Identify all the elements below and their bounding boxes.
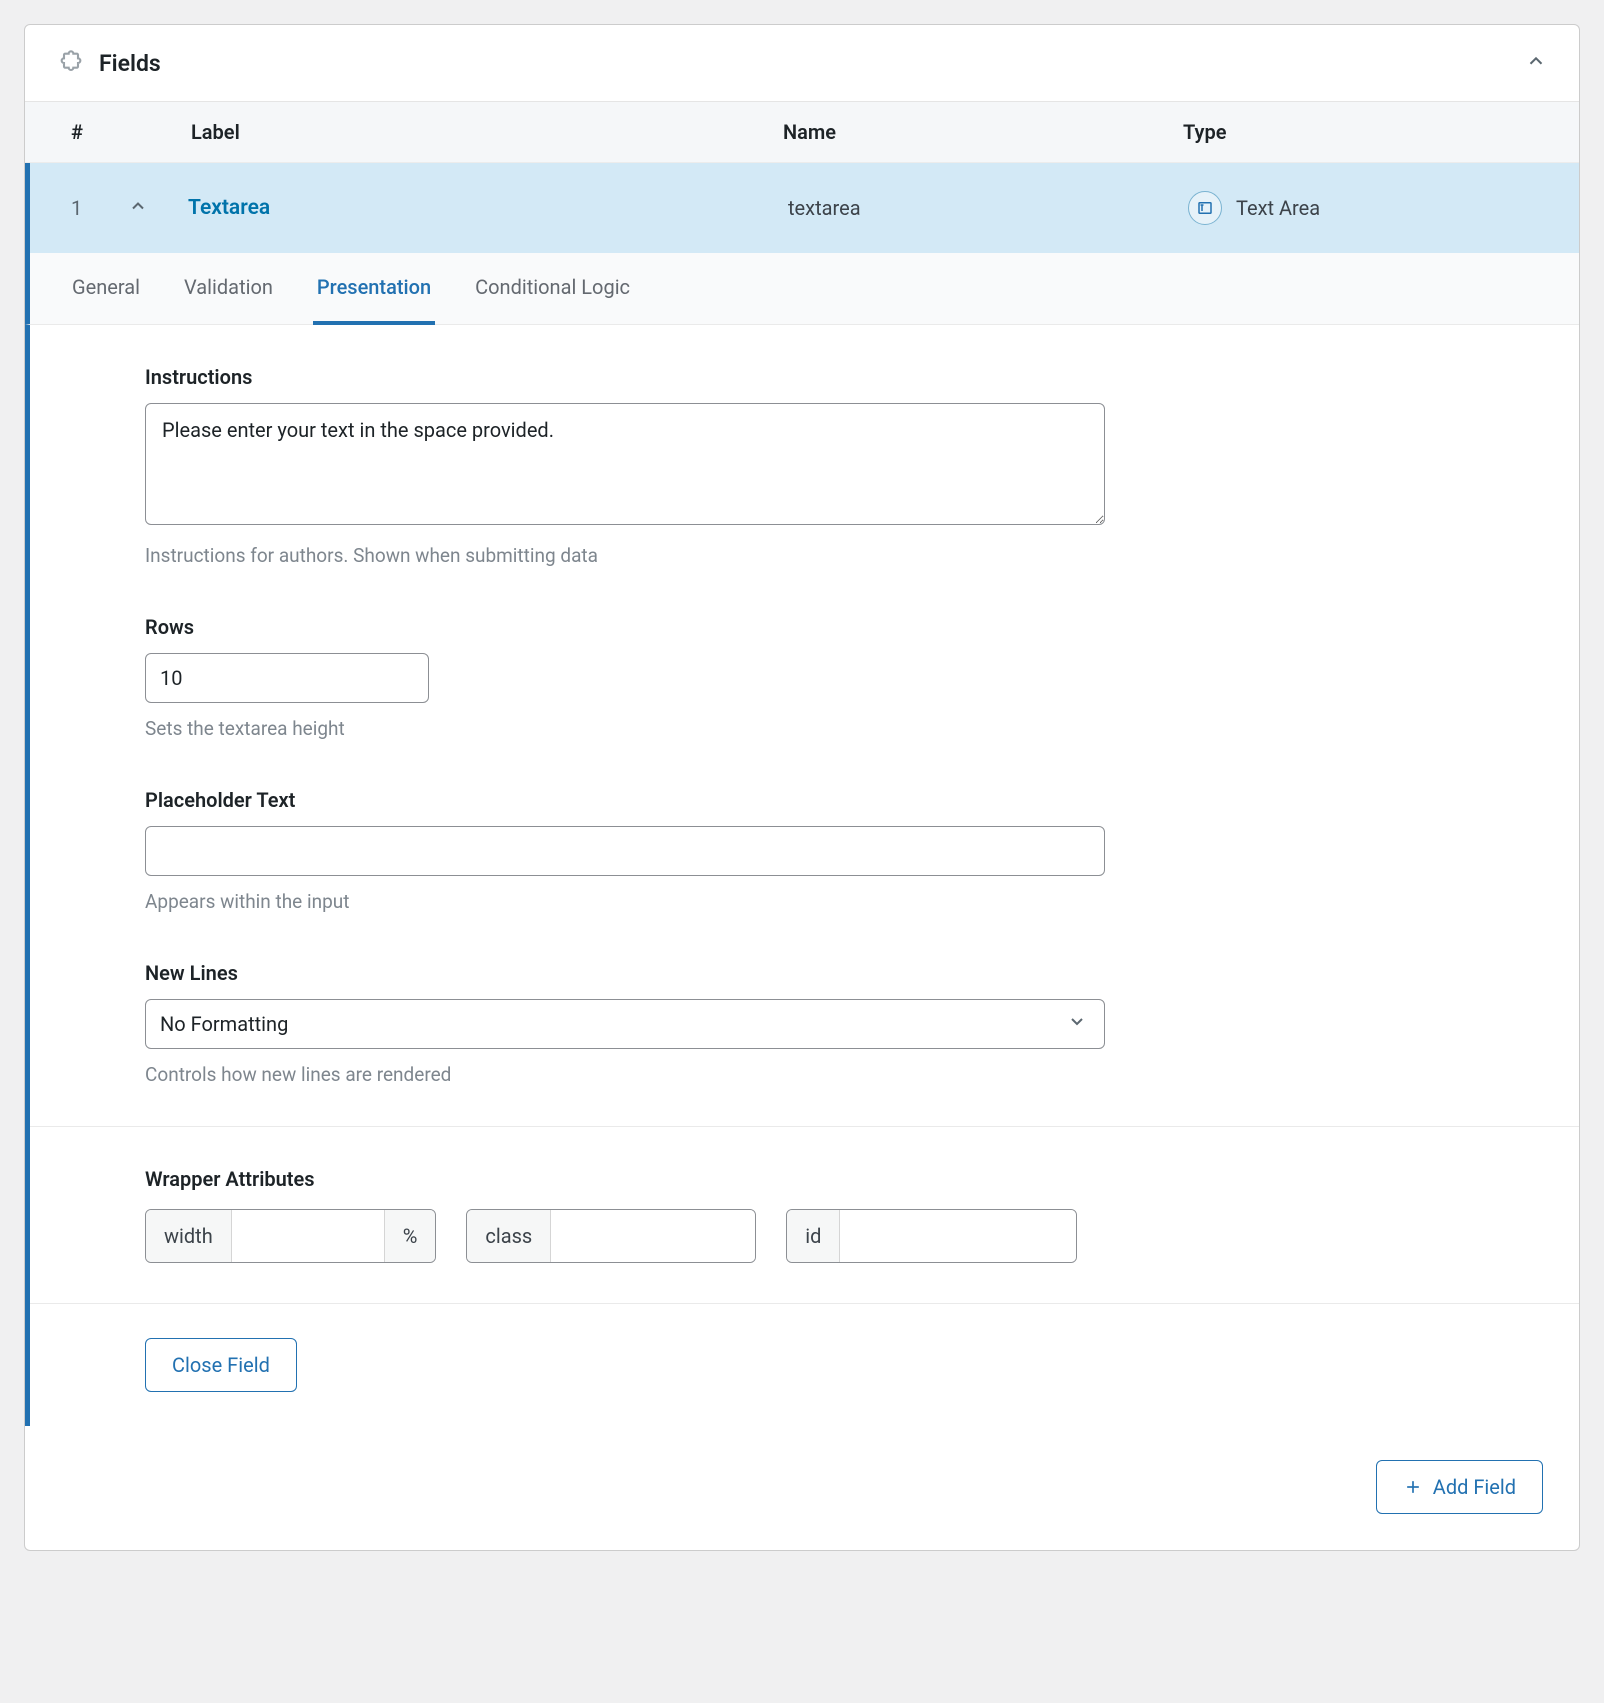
- wrapper-attributes-section: Wrapper Attributes width % class id: [30, 1126, 1579, 1303]
- card-header: Fields: [25, 25, 1579, 102]
- placeholder-input[interactable]: [145, 826, 1105, 876]
- col-name: Name: [783, 120, 1183, 144]
- rows-label: Rows: [145, 615, 1464, 639]
- close-field-section: Close Field: [30, 1303, 1579, 1426]
- placeholder-group: Placeholder Text Appears within the inpu…: [145, 788, 1464, 913]
- wrapper-width-group: width %: [145, 1209, 436, 1263]
- tab-general[interactable]: General: [68, 253, 144, 325]
- newlines-hint: Controls how new lines are rendered: [145, 1063, 1464, 1086]
- fields-card: Fields # Label Name Type 1 Textarea text…: [24, 24, 1580, 1551]
- plus-icon: [1403, 1477, 1423, 1497]
- close-field-button[interactable]: Close Field: [145, 1338, 297, 1392]
- card-footer: Add Field: [25, 1426, 1579, 1550]
- instructions-hint: Instructions for authors. Shown when sub…: [145, 544, 1464, 567]
- add-field-label: Add Field: [1433, 1475, 1516, 1499]
- wrapper-width-suffix: %: [384, 1210, 436, 1262]
- rows-hint: Sets the textarea height: [145, 717, 1464, 740]
- add-field-button[interactable]: Add Field: [1376, 1460, 1543, 1514]
- table-row[interactable]: 1 Textarea textarea Text Area: [25, 163, 1579, 253]
- tab-conditional-logic[interactable]: Conditional Logic: [471, 253, 634, 325]
- close-field-label: Close Field: [172, 1353, 270, 1377]
- wrapper-attributes-label: Wrapper Attributes: [145, 1167, 1464, 1191]
- wrapper-id-group: id: [786, 1209, 1077, 1263]
- col-label: Label: [163, 120, 783, 144]
- field-index: 1: [68, 196, 128, 220]
- wrapper-class-group: class: [466, 1209, 756, 1263]
- col-type: Type: [1183, 120, 1541, 144]
- wrapper-id-input[interactable]: [840, 1210, 1076, 1262]
- wrapper-class-label: class: [467, 1210, 551, 1262]
- newlines-select[interactable]: No Formatting: [145, 999, 1105, 1049]
- presentation-form: Instructions Instructions for authors. S…: [30, 325, 1579, 1126]
- wrapper-id-label: id: [787, 1210, 840, 1262]
- field-name-value: textarea: [788, 196, 1188, 220]
- wrapper-width-input[interactable]: [232, 1210, 384, 1262]
- field-type-label: Text Area: [1236, 196, 1320, 220]
- fields-table-header: # Label Name Type: [25, 102, 1579, 163]
- tab-presentation[interactable]: Presentation: [313, 253, 435, 325]
- wrapper-width-label: width: [146, 1210, 232, 1262]
- placeholder-label: Placeholder Text: [145, 788, 1464, 812]
- wrapper-class-input[interactable]: [551, 1210, 755, 1262]
- tab-validation[interactable]: Validation: [180, 253, 277, 325]
- instructions-label: Instructions: [145, 365, 1464, 389]
- field-type-cell: Text Area: [1188, 191, 1541, 225]
- card-title: Fields: [99, 50, 161, 77]
- instructions-group: Instructions Instructions for authors. S…: [145, 365, 1464, 567]
- puzzle-icon: [57, 49, 85, 77]
- rows-group: Rows Sets the textarea height: [145, 615, 1464, 740]
- col-hash: #: [63, 120, 163, 144]
- textarea-type-icon: [1188, 191, 1222, 225]
- newlines-group: New Lines No Formatting Controls how new…: [145, 961, 1464, 1086]
- newlines-label: New Lines: [145, 961, 1464, 985]
- field-label-link[interactable]: Textarea: [188, 196, 788, 220]
- placeholder-hint: Appears within the input: [145, 890, 1464, 913]
- tabs: General Validation Presentation Conditio…: [25, 253, 1579, 325]
- instructions-input[interactable]: [145, 403, 1105, 525]
- collapse-row-button[interactable]: [128, 196, 188, 221]
- rows-input[interactable]: [145, 653, 429, 703]
- field-settings-panel: Instructions Instructions for authors. S…: [25, 325, 1579, 1426]
- collapse-card-button[interactable]: [1525, 50, 1547, 77]
